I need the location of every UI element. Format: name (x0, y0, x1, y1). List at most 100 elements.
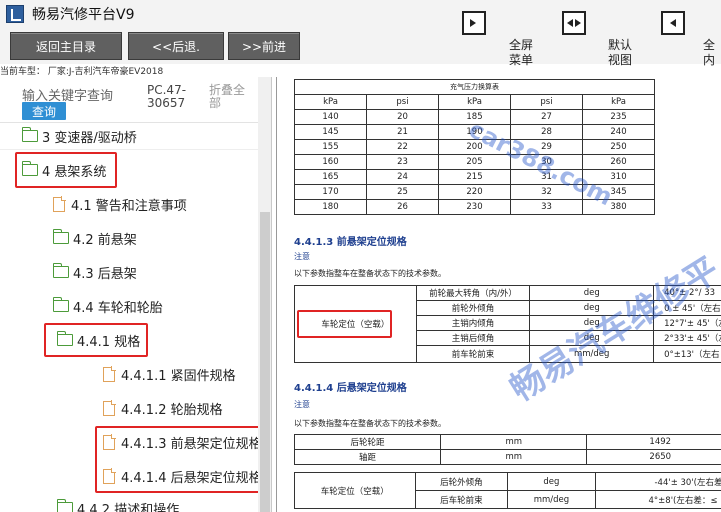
table-row: 车轮定位（空载） 后轮外倾角 deg -44'± 30'(左右差： (294, 472, 721, 509)
tree-item-label: 4.4.1.2 轮胎规格 (121, 402, 223, 418)
default-view-icon[interactable] (562, 11, 586, 35)
table-cell: 140 (294, 109, 367, 125)
tree-item[interactable]: 4.4.1.1 紧固件规格 (103, 364, 236, 384)
table-cell: 2650 (586, 449, 721, 465)
table-cell: 24 (366, 169, 439, 185)
table-header: psi (366, 94, 439, 110)
section-title-rear: 4.4.1.4 后悬架定位规格 (294, 383, 407, 394)
table-cell: 29 (510, 139, 583, 155)
table-cell: -44'± 30'(左右差： (594, 472, 721, 491)
table-cell: 250 (582, 139, 655, 155)
fullscreen-menu-label[interactable]: 全屏 菜单 (502, 38, 540, 68)
document-icon (103, 400, 116, 416)
forward-button[interactable]: >>前进 (228, 32, 300, 60)
fullscreen-menu-icon[interactable] (462, 11, 486, 35)
table-row: 车轮定位（空载） 前轮最大转角（内/外） deg 40°± 2°/ 33 (294, 285, 721, 363)
table-cell: 145 (294, 124, 367, 140)
tree-item[interactable]: 4.1 警告和注意事项 (53, 194, 187, 214)
table-cell: deg (529, 300, 655, 316)
tree-item[interactable]: 4.4 车轮和轮胎 (52, 296, 163, 316)
pressure-table-caption: 充气压力换算表 (294, 79, 655, 95)
arrow-right-icon (470, 19, 476, 27)
tree-item-label: 4.1 警告和注意事项 (71, 198, 187, 214)
table-cell: mm (440, 449, 588, 465)
table-row: 170 25 220 32 345 (294, 184, 655, 200)
table-cell: 180 (294, 199, 367, 215)
divider (0, 149, 258, 150)
table-cell: 后车轮前束 (414, 490, 509, 509)
table-cell: mm (440, 434, 588, 450)
table-cell: 310 (582, 169, 655, 185)
search-button[interactable]: 查询 (22, 102, 66, 120)
table-header: psi (510, 94, 583, 110)
back-button[interactable]: <<后退. (128, 32, 224, 60)
table-cell: 0 ± 45'（左右 (653, 300, 721, 316)
table-cell: 190 (438, 124, 511, 140)
highlight-box (15, 152, 117, 188)
arrow-left-icon (567, 19, 573, 27)
tree-item[interactable]: 4.4.1.2 轮胎规格 (103, 398, 223, 418)
table-cell: 205 (438, 154, 511, 170)
table-row: 后轮轮距 mm 1492 (293, 434, 721, 450)
table-row: 轴距 mm 2650 (293, 449, 721, 465)
full-content-icon[interactable] (661, 11, 685, 35)
table-cell: 235 (582, 109, 655, 125)
table-cell: deg (529, 285, 655, 301)
navigation-panel: 输入关键字查询 查询 PC.47-30657 折叠全部 3 变速器/驱动桥 4 … (0, 77, 272, 512)
pressure-table: 充气压力换算表 kPa psi kPa psi kPa 140 20 185 27 23… (294, 79, 655, 215)
highlight-box (95, 426, 261, 493)
table-cell: 23 (366, 154, 439, 170)
table-cell: 前车轮前束 (415, 345, 531, 363)
home-button[interactable]: 返回主目录 (10, 32, 122, 60)
table-row: 180 26 230 33 380 (294, 199, 655, 215)
table-cell: 后轮轮距 (293, 434, 442, 450)
table-cell: 260 (582, 154, 655, 170)
table-cell: 0°±13'（左右 (653, 345, 721, 363)
table-cell: 后轮外倾角 (414, 472, 509, 491)
folder-icon (56, 499, 73, 512)
scrollbar[interactable] (258, 77, 271, 512)
table-row: 145 21 190 28 240 (294, 124, 655, 140)
table-row: 155 22 200 29 250 (294, 139, 655, 155)
table-cell: 200 (438, 139, 511, 155)
table-cell: deg (507, 472, 596, 491)
table-cell: 40°± 2°/ 33 (653, 285, 721, 301)
table-header: kPa (294, 94, 367, 110)
folder-icon (52, 263, 69, 278)
folder-icon (52, 297, 69, 312)
arrow-right-icon (575, 19, 581, 27)
app-icon (6, 5, 24, 23)
note-text: 以下参数指整车在整备状态下的技术参数。 (294, 419, 446, 428)
table-cell: mm/deg (507, 490, 596, 509)
table-cell: 155 (294, 139, 367, 155)
arrow-left-icon (670, 19, 676, 27)
note-label: 注意 (294, 400, 310, 409)
tree-item[interactable]: 4.4.2 描述和操作 (56, 498, 179, 512)
table-cell: 380 (582, 199, 655, 215)
tree-item[interactable]: 4.2 前悬架 (52, 228, 137, 248)
divider (0, 122, 258, 123)
default-view-label[interactable]: 默认 视图 (600, 38, 640, 68)
current-vehicle: 当前车型： 厂家:J-吉利汽车帝豪EV2018 (0, 67, 164, 77)
table-cell: 12°7'± 45'（左 (653, 315, 721, 331)
tree-item[interactable]: 4.3 后悬架 (52, 262, 137, 282)
full-content-label[interactable]: 全 内 (703, 38, 721, 68)
table-cell: 主销内倾角 (415, 315, 531, 331)
table-cell: 345 (582, 184, 655, 200)
highlight-box (297, 310, 392, 338)
pc-info: PC.47-30657 (147, 83, 187, 110)
tree-item-label: 4.4.1.1 紧固件规格 (121, 368, 236, 384)
tree-item[interactable]: 3 变速器/驱动桥 (21, 126, 137, 146)
collapse-all-button[interactable]: 折叠全部 (209, 84, 249, 110)
table-cell: deg (529, 330, 655, 346)
table-cell: 215 (438, 169, 511, 185)
table-cell: 22 (366, 139, 439, 155)
table-row: 165 24 215 31 310 (294, 169, 655, 185)
table-cell: 1492 (586, 434, 721, 450)
scrollbar-thumb[interactable] (260, 212, 270, 512)
table-cell: 31 (510, 169, 583, 185)
table-cell: 27 (510, 109, 583, 125)
tree-item-label: 4.3 后悬架 (73, 266, 137, 282)
rear-alignment-table: 车轮定位（空载） 后轮外倾角 deg -44'± 30'(左右差： 后车轮前束 … (294, 472, 721, 509)
table-row: 160 23 205 30 260 (294, 154, 655, 170)
